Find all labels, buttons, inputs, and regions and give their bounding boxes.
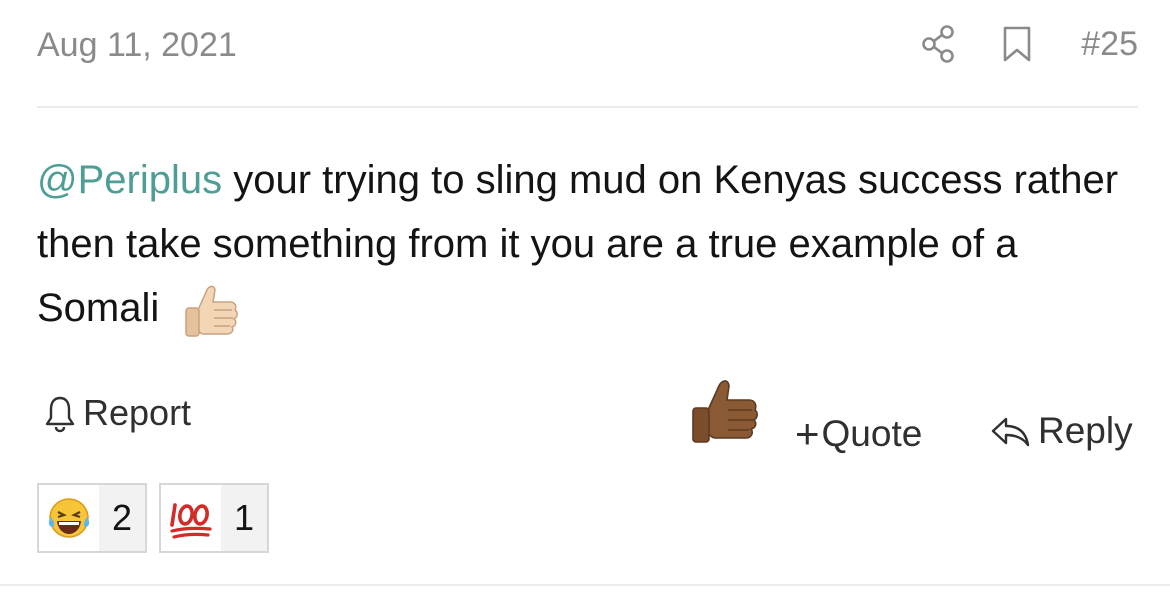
post-message: @Periplus your trying to sling mud on Ke… [37, 148, 1137, 340]
post-header-tools: #25 [921, 22, 1138, 66]
reply-arrow-icon [991, 417, 1030, 447]
report-label: Report [83, 392, 192, 433]
reactions-bar: 2 1 [37, 483, 281, 553]
header-divider [37, 106, 1138, 108]
forum-post: Aug 11, 2021 #25 @Periplus your trying t… [0, 0, 1170, 596]
quote-label: Quote [821, 413, 923, 454]
thumbs-up-light-emoji [180, 276, 242, 340]
reaction-count: 1 [233, 497, 255, 538]
reaction-hundred[interactable]: 1 [159, 483, 269, 553]
reaction-laughing[interactable]: 2 [37, 483, 147, 553]
hundred-points-emoji [161, 485, 221, 551]
share-icon[interactable] [921, 22, 957, 66]
like-thumbs-up-icon[interactable] [686, 370, 764, 450]
post-bottom-divider [0, 584, 1170, 586]
quote-button[interactable]: + Quote [795, 410, 922, 458]
bell-icon [45, 396, 75, 433]
reply-button[interactable]: Reply [988, 410, 1133, 452]
post-permalink[interactable]: #25 [1081, 25, 1138, 64]
reaction-count: 2 [111, 497, 133, 538]
post-date: Aug 11, 2021 [37, 26, 237, 64]
user-mention-link[interactable]: @Periplus [37, 158, 222, 202]
bookmark-icon[interactable] [1001, 22, 1033, 66]
laughing-tears-emoji [39, 485, 99, 551]
plus-icon: + [795, 410, 820, 457]
report-button[interactable]: Report [43, 392, 191, 434]
reply-label: Reply [1038, 410, 1133, 451]
